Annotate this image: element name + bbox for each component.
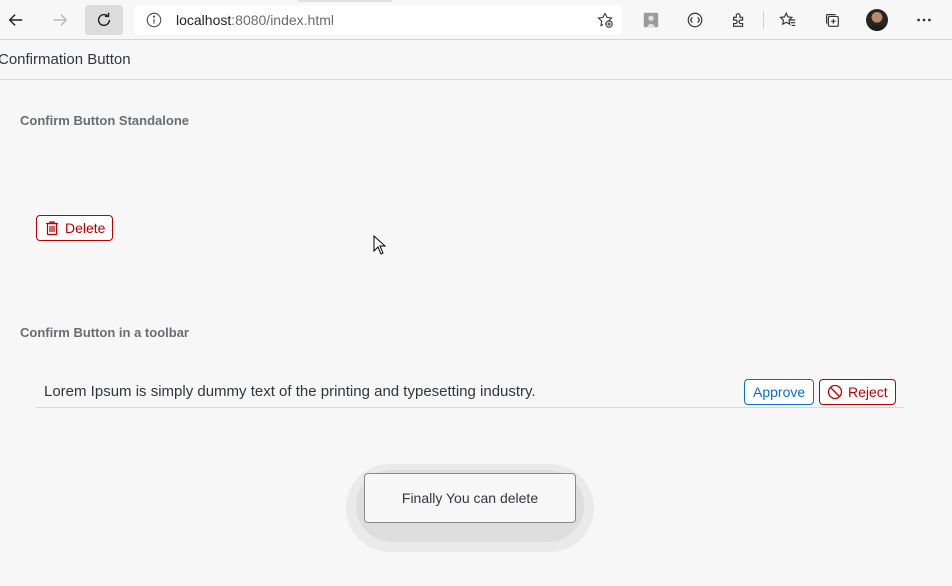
favorites-icon[interactable]: [777, 9, 799, 31]
tab-strip-edge: [298, 0, 390, 2]
mouse-cursor-icon: [373, 235, 387, 255]
browser-toolbar: localhost:8080/index.html: [0, 0, 952, 40]
tab-strip-edge: [390, 0, 392, 2]
cancel-icon: [827, 384, 843, 400]
approve-button[interactable]: Approve: [744, 379, 815, 405]
toolbar-text: Lorem Ipsum is simply dummy text of the …: [44, 383, 536, 400]
extensions-icon[interactable]: [728, 9, 750, 31]
delete-button[interactable]: Delete: [36, 215, 114, 241]
reading-mode-icon[interactable]: [684, 9, 706, 31]
page-title: Confirmation Button: [0, 51, 131, 68]
url-path: :8080/index.html: [231, 12, 334, 28]
address-bar[interactable]: localhost:8080/index.html: [134, 5, 622, 35]
toast-text: Finally You can delete: [401, 490, 539, 506]
back-button[interactable]: [0, 5, 35, 35]
reject-button[interactable]: Reject: [819, 379, 896, 405]
toast-message: Finally You can delete: [364, 473, 576, 523]
add-favorite-icon[interactable]: [596, 11, 614, 29]
profile-image-icon[interactable]: [640, 9, 662, 31]
url-text[interactable]: localhost:8080/index.html: [176, 12, 334, 28]
forward-button[interactable]: [41, 5, 79, 35]
toolbar: Lorem Ipsum is simply dummy text of the …: [36, 374, 904, 408]
more-icon[interactable]: [913, 9, 935, 31]
info-icon[interactable]: [145, 11, 163, 29]
page-header: Confirmation Button: [0, 40, 952, 80]
reject-button-label: Reject: [848, 384, 888, 400]
approve-button-label: Approve: [753, 384, 806, 400]
back-icon: [8, 14, 23, 26]
trash-icon: [46, 221, 58, 236]
reload-button[interactable]: [85, 5, 123, 35]
delete-button-label: Delete: [65, 220, 106, 236]
collections-icon[interactable]: [821, 9, 843, 31]
toolbar-separator: [763, 11, 764, 29]
url-host: localhost: [176, 12, 232, 28]
avatar[interactable]: [866, 9, 888, 31]
section-title-standalone: Confirm Button Standalone: [20, 113, 189, 128]
section-title-toolbar: Confirm Button in a toolbar: [20, 325, 189, 340]
reload-icon: [97, 12, 111, 27]
forward-icon: [53, 14, 68, 26]
